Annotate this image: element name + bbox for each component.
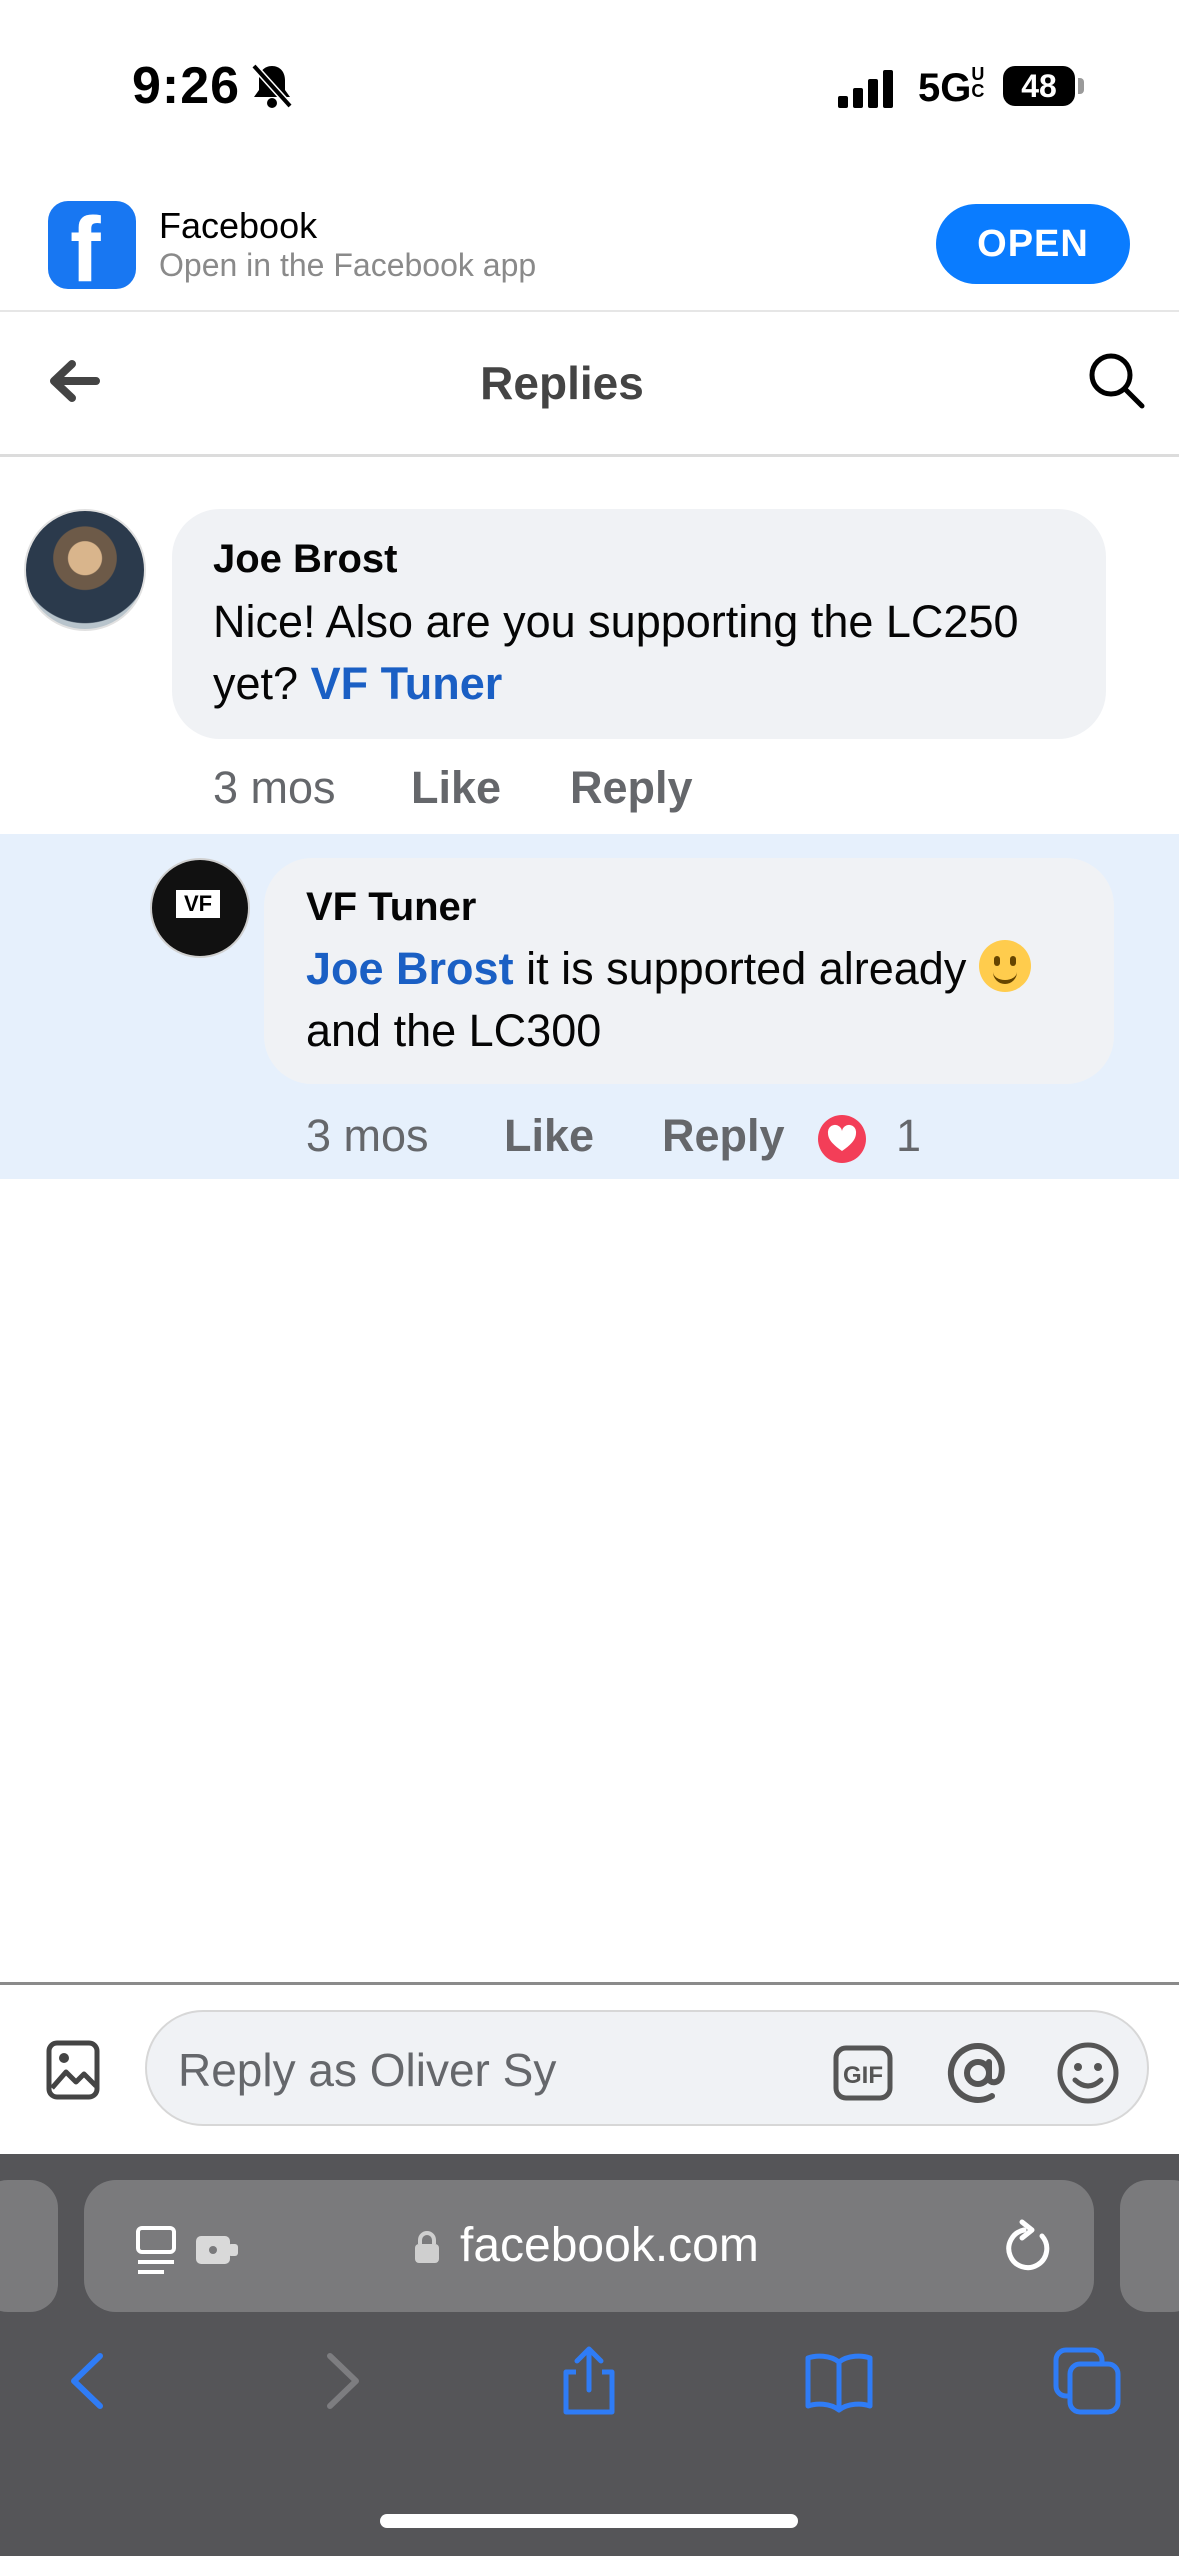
reply-button[interactable]: Reply <box>570 762 693 814</box>
comment-body-continued: and the LC300 <box>306 1005 602 1056</box>
comment-body: it is supported already <box>526 943 967 994</box>
composer-divider <box>0 1982 1179 1985</box>
like-button[interactable]: Like <box>504 1110 594 1162</box>
heart-reaction-icon[interactable] <box>816 1113 868 1165</box>
battery-indicator: 48 <box>1003 66 1075 106</box>
network-label: 5GUC <box>918 64 985 110</box>
comment-time: 3 mos <box>306 1110 429 1161</box>
search-icon[interactable] <box>1086 350 1146 410</box>
gif-icon[interactable]: GIF <box>833 2043 893 2103</box>
previous-tab-preview[interactable] <box>0 2180 58 2312</box>
next-tab-preview[interactable] <box>1120 2180 1179 2312</box>
comment-author[interactable]: VF Tuner <box>306 885 476 930</box>
at-icon[interactable] <box>945 2040 1011 2106</box>
open-app-button[interactable]: OPEN <box>936 204 1130 284</box>
share-icon[interactable] <box>554 2346 624 2416</box>
forward-chevron-icon[interactable] <box>306 2346 376 2416</box>
comment-author[interactable]: Joe Brost <box>213 537 398 582</box>
svg-text:GIF: GIF <box>843 2062 883 2089</box>
like-button[interactable]: Like <box>411 762 501 814</box>
reply-input[interactable] <box>178 2040 798 2100</box>
reply-button[interactable]: Reply <box>662 1110 785 1162</box>
page-title: Replies <box>480 357 644 409</box>
banner-subtitle: Open in the Facebook app <box>159 247 537 283</box>
comment-text: Joe Brost it is supported already and th… <box>306 938 1106 1062</box>
banner-app-name: Facebook <box>159 205 318 246</box>
comment-time: 3 mos <box>213 762 336 813</box>
emoji-icon[interactable] <box>1055 2040 1121 2106</box>
comment-text: Nice! Also are you supporting the LC250 … <box>213 591 1093 715</box>
avatar[interactable] <box>24 509 146 631</box>
tabs-icon[interactable] <box>1052 2346 1122 2416</box>
image-icon[interactable] <box>46 2040 100 2100</box>
reader-icon[interactable] <box>134 2222 254 2278</box>
reload-icon[interactable] <box>1002 2218 1054 2274</box>
slightly-smiling-emoji-icon <box>978 940 1031 992</box>
avatar[interactable]: VF <box>150 858 250 958</box>
back-chevron-icon[interactable] <box>54 2346 124 2416</box>
mention-link[interactable]: VF Tuner <box>311 658 503 709</box>
silent-bell-icon <box>251 63 293 109</box>
home-indicator <box>380 2514 798 2528</box>
battery-cap <box>1078 78 1084 94</box>
mention-link[interactable]: Joe Brost <box>306 943 514 994</box>
reaction-count[interactable]: 1 <box>896 1110 921 1162</box>
status-time: 9:26 <box>132 57 241 115</box>
bookmarks-icon[interactable] <box>804 2346 874 2416</box>
lock-icon <box>415 2231 439 2263</box>
url-text[interactable]: facebook.com <box>460 2218 759 2273</box>
facebook-logo-icon[interactable]: f <box>48 201 136 296</box>
signal-icon <box>838 70 893 108</box>
